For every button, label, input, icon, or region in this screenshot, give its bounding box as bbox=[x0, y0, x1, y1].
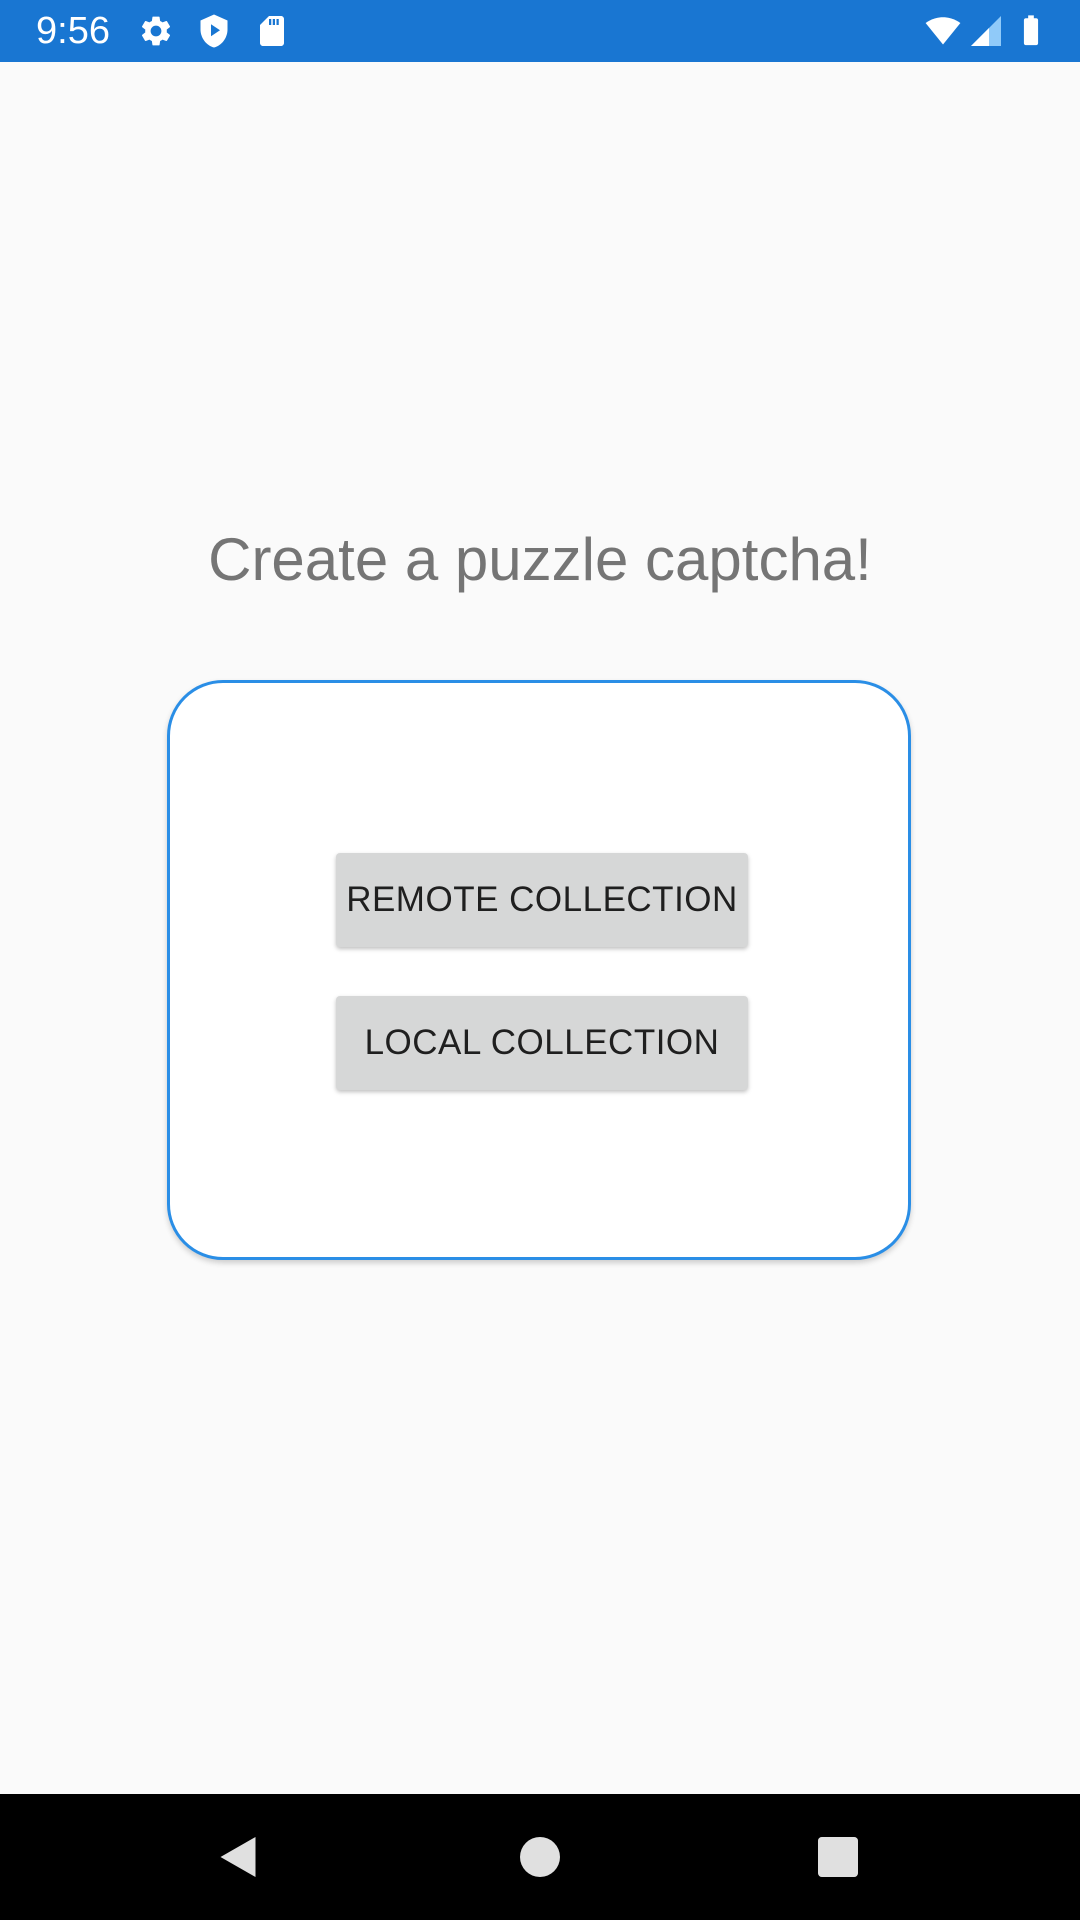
gear-icon bbox=[138, 13, 174, 49]
battery-icon bbox=[1014, 13, 1048, 49]
wifi-icon bbox=[922, 13, 964, 49]
recents-icon[interactable] bbox=[808, 1827, 868, 1887]
collection-card: REMOTE COLLECTION LOCAL COLLECTION bbox=[167, 680, 911, 1260]
status-bar: 9:56 bbox=[0, 0, 1080, 62]
local-collection-button[interactable]: LOCAL COLLECTION bbox=[336, 996, 748, 1090]
shield-play-icon bbox=[196, 13, 232, 49]
page-title: Create a puzzle captcha! bbox=[208, 526, 872, 593]
status-time: 9:56 bbox=[36, 10, 110, 52]
home-icon[interactable] bbox=[510, 1827, 570, 1887]
screen: 9:56 Create a puzzle captcha! REMOTE COL… bbox=[0, 0, 1080, 1920]
navigation-bar bbox=[0, 1794, 1080, 1920]
cell-signal-icon bbox=[968, 13, 1004, 49]
remote-collection-button[interactable]: REMOTE COLLECTION bbox=[336, 853, 748, 947]
sd-card-icon bbox=[254, 13, 290, 49]
back-icon[interactable] bbox=[208, 1827, 268, 1887]
